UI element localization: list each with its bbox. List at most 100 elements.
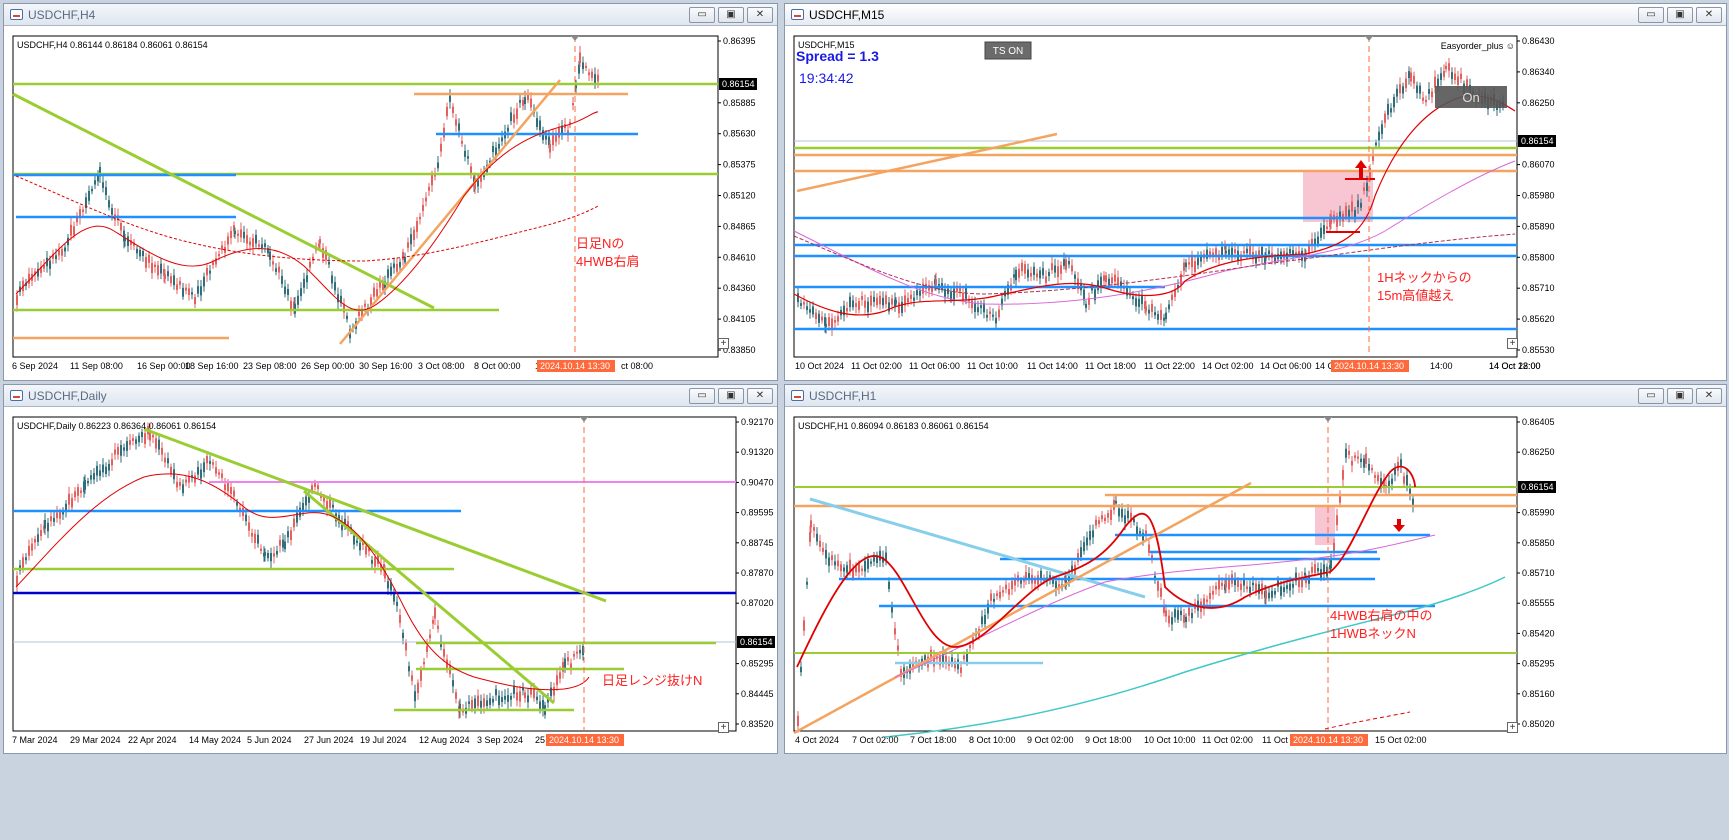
time-label: 7 Oct 02:00 [852, 735, 899, 745]
minimize-button[interactable]: ▭ [1638, 388, 1664, 404]
price-label: 0.85890 [1522, 221, 1555, 231]
time-label: 9 Oct 02:00 [1027, 735, 1074, 745]
price-label: 0.86250 [1522, 447, 1555, 457]
chart-window-m15[interactable]: USDCHF,M15 ▭ ▣ ✕ USDCHF,M15 Spread = 1.3… [784, 3, 1727, 381]
price-label: 0.84865 [723, 221, 756, 231]
price-label: 0.85850 [1522, 538, 1555, 548]
chart-area-h4[interactable]: USDCHF,H4 0.86144 0.86184 0.86061 0.8615… [4, 26, 777, 380]
time-label: 4 Oct 2024 [795, 735, 839, 745]
price-label: 0.85630 [723, 129, 756, 139]
time-label: 6 Sep 2024 [12, 361, 58, 371]
maximize-button[interactable]: ▣ [1667, 7, 1693, 23]
ea-name: Easyorder_plus ☺ [1441, 41, 1515, 51]
price-label: 0.85710 [1522, 568, 1555, 578]
close-button[interactable]: ✕ [1696, 7, 1722, 23]
chart-area-h1[interactable]: USDCHF,H1 0.86094 0.86183 0.86061 0.8615… [785, 407, 1726, 753]
price-label: 0.84610 [723, 252, 756, 262]
close-button[interactable]: ✕ [1696, 388, 1722, 404]
title-bar-m15[interactable]: USDCHF,M15 ▭ ▣ ✕ [785, 4, 1726, 26]
price-label: 0.86250 [1522, 98, 1555, 108]
time-label: 14 Oct 06:00 [1260, 361, 1312, 371]
annotation-text: 4HWB右肩の中の [1330, 608, 1433, 623]
annotation-text: 1HWBネックN [1330, 626, 1416, 641]
time-label: 29 Mar 2024 [70, 735, 121, 745]
time-label: 7 Oct 18:00 [910, 735, 957, 745]
price-label: 0.85530 [1522, 345, 1555, 355]
window-title: USDCHF,Daily [28, 389, 107, 403]
title-bar-h4[interactable]: USDCHF,H4 ▭ ▣ ✕ [4, 4, 777, 26]
minimize-button[interactable]: ▭ [1638, 7, 1664, 23]
zoom-plus-icon[interactable]: + [1507, 338, 1518, 349]
price-label: 0.86430 [1522, 36, 1555, 46]
time-label: 16 Sep 00:00 [137, 361, 191, 371]
price-label: 0.85800 [1522, 252, 1555, 262]
price-label: 0.92170 [741, 417, 774, 427]
price-label: 0.83520 [741, 719, 774, 729]
time-label: 9 Oct 18:00 [1085, 735, 1132, 745]
time-label: 5 Jun 2024 [247, 735, 292, 745]
price-label: 0.85160 [1522, 689, 1555, 699]
time-label: 3 Oct 08:00 [418, 361, 465, 371]
price-label: 0.85980 [1522, 191, 1555, 201]
chart-window-h1[interactable]: USDCHF,H1 ▭ ▣ ✕ USDCHF,H1 0.86094 0.8618… [784, 384, 1727, 754]
time-label: 23 Sep 08:00 [243, 361, 297, 371]
maximize-button[interactable]: ▣ [718, 388, 744, 404]
time-label: 14 May 2024 [189, 735, 241, 745]
time-label: 11 Sep 08:00 [70, 361, 123, 371]
minimize-button[interactable]: ▭ [689, 7, 715, 23]
price-axis: 0.92170 0.91320 0.90470 0.89595 0.88745 0.878… [736, 417, 775, 729]
time-label: 10 Oct 10:00 [1144, 735, 1196, 745]
chart-area-daily[interactable]: USDCHF,Daily 0.86223 0.86364 0.86061 0.8… [4, 407, 777, 753]
time-label: 15 Oct 02:00 [1375, 735, 1427, 745]
price-label: 0.85620 [1522, 314, 1555, 324]
title-bar-h1[interactable]: USDCHF,H1 ▭ ▣ ✕ [785, 385, 1726, 407]
title-bar-daily[interactable]: USDCHF,Daily ▭ ▣ ✕ [4, 385, 777, 407]
chart-window-icon [10, 9, 23, 20]
clock-display: 19:34:42 [799, 70, 854, 86]
price-label: 0.87870 [741, 568, 774, 578]
price-label: 0.85710 [1522, 283, 1555, 293]
chart-window-icon [791, 390, 804, 401]
time-marker-label: 2024.10.14 13:30 [549, 735, 619, 745]
price-axis: 0.86430 0.86340 0.86250 0.86154 0.86070 0.859… [1517, 36, 1556, 355]
price-axis: 0.86395 0.86154 0.85885 0.85630 0.85375 0.851… [718, 36, 757, 355]
price-label: 0.85420 [1522, 628, 1555, 638]
maximize-button[interactable]: ▣ [718, 7, 744, 23]
chart-area-m15[interactable]: USDCHF,M15 Spread = 1.3 19:34:42 TS ON E… [785, 26, 1726, 380]
annotation-text: 15m高値越え [1377, 288, 1454, 303]
time-label: 11 Oct 06:00 [909, 361, 960, 371]
zoom-plus-icon[interactable]: + [718, 338, 729, 349]
price-label: 0.85885 [723, 98, 756, 108]
time-label: 18 Sep 16:00 [185, 361, 239, 371]
price-label: 0.84105 [723, 314, 756, 324]
chart-window-daily[interactable]: USDCHF,Daily ▭ ▣ ✕ USDCHF,Daily 0.86223 … [3, 384, 778, 754]
price-label: 0.85020 [1522, 719, 1555, 729]
time-axis: 4 Oct 2024 7 Oct 02:00 7 Oct 18:00 8 Oct 10… [795, 734, 1427, 746]
price-label: 0.91320 [741, 447, 774, 457]
chart-window-h4[interactable]: USDCHF,H4 ▭ ▣ ✕ USDCHF,H4 0.86144 0.8618… [3, 3, 778, 381]
price-label: 0.86154 [1521, 482, 1554, 492]
entry-zone [1315, 505, 1335, 545]
close-button[interactable]: ✕ [747, 7, 773, 23]
time-marker-label: 2024.10.14 13:30 [1334, 361, 1404, 371]
time-label: 11 Oct 22:00 [1144, 361, 1195, 371]
zoom-plus-icon[interactable]: + [718, 722, 729, 733]
time-label: 30 Sep 16:00 [359, 361, 413, 371]
minimize-button[interactable]: ▭ [689, 388, 715, 404]
price-label: 0.87020 [741, 598, 774, 608]
time-label: ct 08:00 [621, 361, 653, 371]
symbol-info: USDCHF,Daily 0.86223 0.86364 0.86061 0.8… [17, 421, 216, 431]
close-button[interactable]: ✕ [747, 388, 773, 404]
zoom-plus-icon[interactable]: + [1507, 722, 1518, 733]
time-label: 14 Oct 02:00 [1202, 361, 1254, 371]
time-label: 11 Oct 10:00 [967, 361, 1018, 371]
price-label: 0.86154 [1521, 136, 1554, 146]
time-marker-label: 2024.10.14 13:30 [540, 361, 610, 371]
price-label: 0.86070 [1522, 160, 1555, 170]
time-label: 11 Oct 02:00 [1202, 735, 1253, 745]
price-label: 0.86405 [1522, 417, 1555, 427]
price-axis: 0.86405 0.86250 0.86154 0.85990 0.85850 0.857… [1517, 417, 1556, 729]
maximize-button[interactable]: ▣ [1667, 388, 1693, 404]
price-label: 0.86395 [723, 36, 756, 46]
time-label: 14:00 [1430, 361, 1453, 371]
